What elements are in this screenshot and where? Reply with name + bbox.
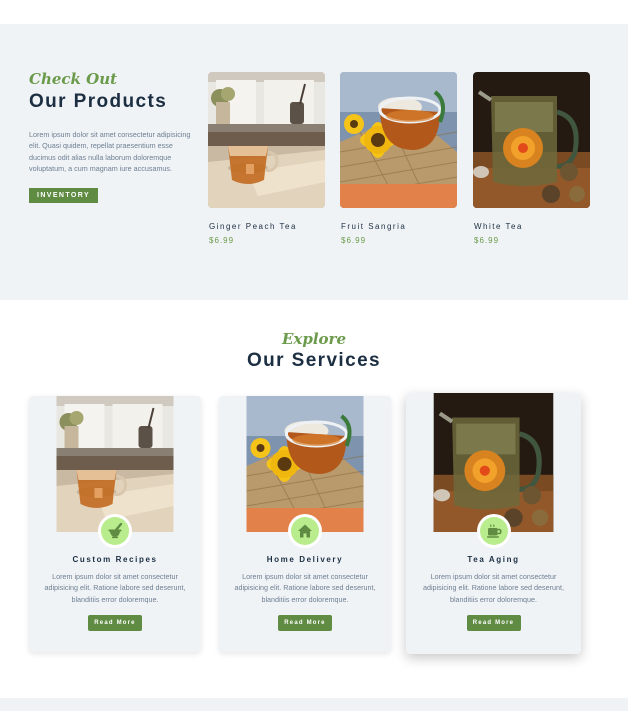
- product-name[interactable]: Fruit Sangria: [341, 222, 406, 231]
- service-title: Tea Aging: [467, 555, 520, 564]
- next-section-band: [0, 698, 628, 711]
- read-more-button[interactable]: Read More: [88, 615, 142, 631]
- service-image: [29, 396, 201, 532]
- service-icon-badge: [98, 514, 132, 548]
- products-description: Lorem ipsum dolor sit amet consectetur a…: [29, 130, 191, 174]
- inventory-button[interactable]: INVENTORY: [29, 188, 98, 203]
- products-section: Check Out Our Products Lorem ipsum dolor…: [0, 24, 628, 300]
- mortar-pestle-icon: [108, 523, 123, 539]
- services-eyebrow: Explore: [281, 330, 346, 348]
- service-description: Lorem ipsum dolor sit amet consectetur a…: [422, 572, 565, 604]
- services-title: Our Services: [246, 350, 382, 371]
- service-title: Home Delivery: [266, 555, 344, 564]
- product-price: $6.99: [209, 236, 235, 245]
- product-image[interactable]: [473, 72, 590, 208]
- service-description: Lorem ipsum dolor sit amet consectetur a…: [234, 572, 376, 604]
- service-icon-badge: [288, 514, 322, 548]
- product-card[interactable]: White Tea $6.99: [473, 72, 590, 245]
- service-description: Lorem ipsum dolor sit amet consectetur a…: [44, 572, 186, 604]
- product-price: $6.99: [474, 236, 500, 245]
- product-card[interactable]: Ginger Peach Tea $6.99: [208, 72, 325, 245]
- service-title: Custom Recipes: [72, 555, 158, 564]
- service-card-tea-aging: Tea Aging Lorem ipsum dolor sit amet con…: [406, 393, 581, 654]
- service-card-home-delivery: Home Delivery Lorem ipsum dolor sit amet…: [219, 396, 391, 652]
- service-card-custom-recipes: Custom Recipes Lorem ipsum dolor sit ame…: [29, 396, 201, 652]
- products-title: Our Products: [29, 91, 168, 112]
- product-image[interactable]: [340, 72, 457, 208]
- read-more-button[interactable]: Read More: [466, 615, 521, 631]
- home-icon: [298, 524, 312, 538]
- product-card[interactable]: Fruit Sangria $6.99: [340, 72, 457, 245]
- service-image: [406, 393, 581, 532]
- product-name[interactable]: White Tea: [474, 222, 523, 231]
- service-icon-badge: [476, 514, 511, 548]
- products-eyebrow: Check Out: [29, 70, 118, 88]
- service-image: [219, 396, 391, 532]
- mug-icon: [486, 524, 502, 538]
- product-image[interactable]: [208, 72, 325, 208]
- read-more-button[interactable]: Read More: [278, 615, 332, 631]
- product-price: $6.99: [341, 236, 367, 245]
- product-name[interactable]: Ginger Peach Tea: [209, 222, 297, 231]
